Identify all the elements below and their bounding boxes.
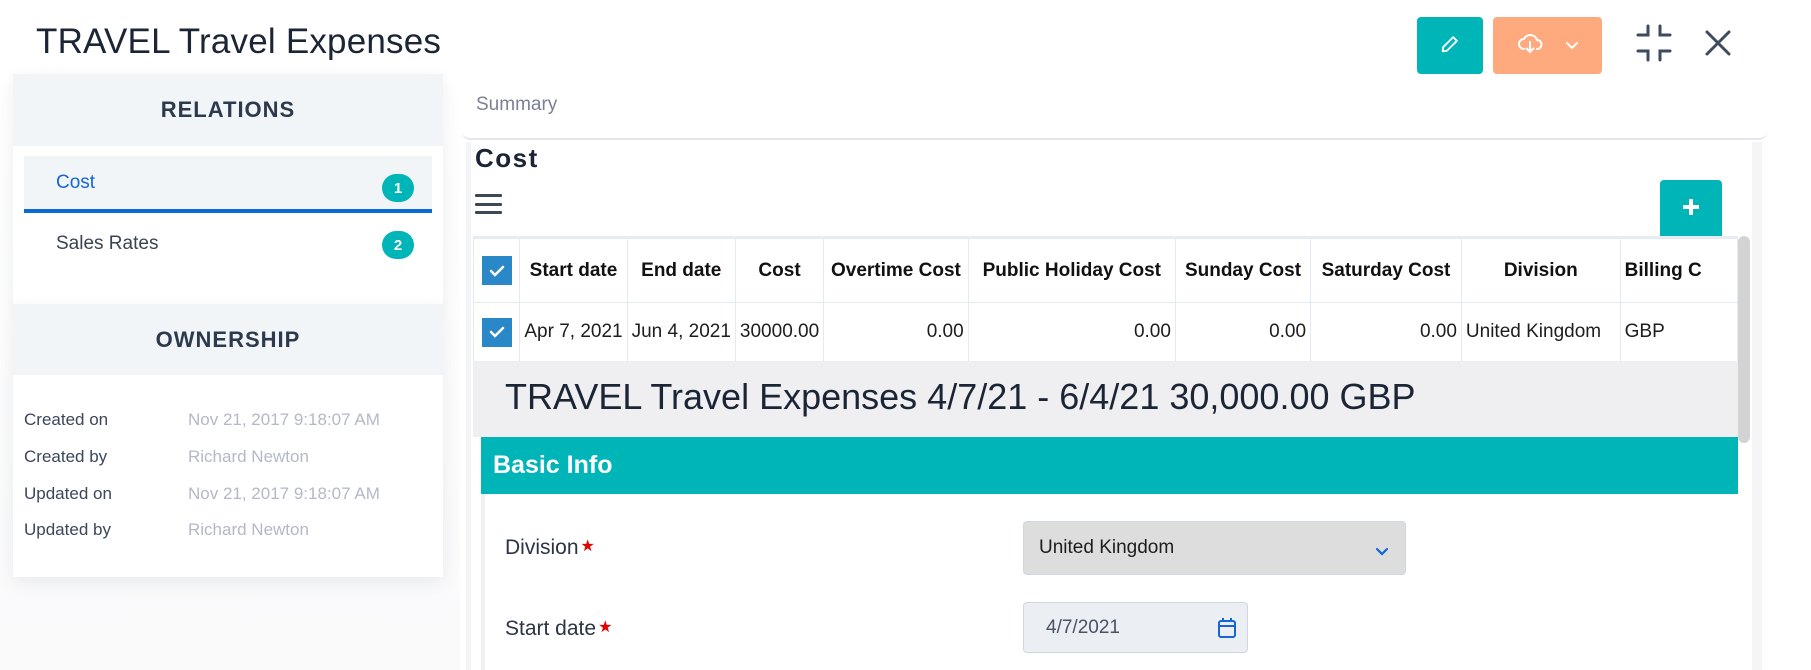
- ownership-row-updated-on: Updated on Nov 21, 2017 9:18:07 AM: [24, 479, 424, 509]
- column-header-public-holiday-cost[interactable]: Public Holiday Cost: [967, 238, 1176, 303]
- hamburger-menu-icon[interactable]: [475, 193, 502, 215]
- required-star-icon: ★: [580, 538, 595, 555]
- chevron-down-icon: [1375, 540, 1389, 562]
- ownership-value: Nov 21, 2017 9:18:07 AM: [188, 410, 380, 429]
- chevron-down-icon: [1565, 38, 1579, 53]
- division-select-value: United Kingdom: [1039, 537, 1175, 558]
- column-header-division[interactable]: Division: [1460, 238, 1621, 303]
- relation-item-cost[interactable]: Cost 1: [24, 156, 432, 213]
- ownership-heading: OWNERSHIP: [13, 304, 443, 375]
- table-header-row: Start date End date Cost Overtime Cost P…: [473, 238, 1738, 303]
- start-date-value: 4/7/2021: [1046, 616, 1120, 638]
- ownership-label: Updated on: [24, 484, 112, 503]
- cell-division: United Kingdom: [1460, 302, 1621, 362]
- ownership-label: Created on: [24, 410, 109, 429]
- column-header-sunday-cost[interactable]: Sunday Cost: [1174, 238, 1312, 303]
- cell-billing-currency: GBP: [1619, 302, 1738, 362]
- count-badge: 2: [382, 231, 414, 259]
- count-badge: 1: [382, 174, 414, 202]
- division-select[interactable]: United Kingdom: [1023, 521, 1406, 575]
- collapse-icon: [1635, 24, 1673, 65]
- cell-sunday-cost: 0.00: [1174, 302, 1312, 362]
- division-label-text: Division: [505, 536, 579, 559]
- cell-cost: 30000.00: [734, 302, 825, 362]
- start-date-input[interactable]: 4/7/2021: [1023, 602, 1248, 653]
- column-header-end-date[interactable]: End date: [626, 238, 736, 303]
- table-row[interactable]: Apr 7, 2021 Jun 4, 2021 30000.00 0.00 0.…: [473, 302, 1738, 362]
- close-icon: [1704, 29, 1732, 60]
- relation-item-label: Sales Rates: [56, 232, 159, 254]
- ownership-panel: OWNERSHIP Created on Nov 21, 2017 9:18:0…: [13, 304, 443, 577]
- relation-item-label: Cost: [56, 171, 96, 193]
- select-all-checkbox[interactable]: [481, 256, 512, 285]
- table-scrollbar[interactable]: [1738, 236, 1750, 443]
- basic-info-section-header[interactable]: Basic Info: [481, 437, 1738, 494]
- row-select-cell: [473, 302, 521, 362]
- cell-public-holiday-cost: 0.00: [967, 302, 1176, 362]
- cell-saturday-cost: 0.00: [1310, 302, 1462, 362]
- column-header-saturday-cost[interactable]: Saturday Cost: [1310, 238, 1462, 303]
- relations-panel: RELATIONS Cost 1 Sales Rates 2: [13, 74, 443, 304]
- ownership-row-created-by: Created by Richard Newton: [24, 442, 424, 472]
- cell-overtime-cost: 0.00: [823, 302, 969, 362]
- cloud-download-icon: [1517, 32, 1543, 59]
- plus-icon: [1682, 198, 1700, 219]
- ownership-value: Nov 21, 2017 9:18:07 AM: [188, 484, 380, 503]
- column-header-billing-currency[interactable]: Billing C: [1619, 238, 1738, 303]
- start-date-label: Start date ★: [505, 617, 612, 641]
- column-header-start-date[interactable]: Start date: [519, 238, 628, 303]
- select-all-cell: [473, 238, 521, 303]
- ownership-value: Richard Newton: [188, 520, 309, 539]
- add-button[interactable]: [1660, 180, 1722, 237]
- cell-start-date: Apr 7, 2021: [519, 302, 628, 362]
- record-title: TRAVEL Travel Expenses 4/7/21 - 6/4/21 3…: [505, 376, 1416, 417]
- relations-heading: RELATIONS: [13, 74, 443, 146]
- calendar-icon[interactable]: [1217, 617, 1237, 645]
- ownership-row-updated-by: Updated by Richard Newton: [24, 515, 424, 545]
- ownership-row-created-on: Created on Nov 21, 2017 9:18:07 AM: [24, 405, 424, 435]
- column-header-overtime-cost[interactable]: Overtime Cost: [823, 238, 969, 303]
- column-header-cost[interactable]: Cost: [734, 238, 825, 303]
- pencil-icon: [1439, 33, 1461, 58]
- start-date-label-text: Start date: [505, 617, 597, 640]
- relation-item-sales-rates[interactable]: Sales Rates 2: [24, 215, 432, 272]
- tab-bar: [462, 60, 1767, 140]
- ownership-value: Richard Newton: [188, 447, 309, 466]
- ownership-label: Created by: [24, 447, 108, 466]
- required-star-icon: ★: [598, 619, 613, 636]
- tab-summary[interactable]: Summary: [476, 94, 557, 116]
- row-checkbox[interactable]: [481, 317, 512, 347]
- page-title: TRAVEL Travel Expenses: [36, 22, 442, 61]
- division-label: Division ★: [505, 536, 595, 560]
- section-title: Cost: [475, 143, 539, 173]
- ownership-label: Updated by: [24, 520, 111, 539]
- cell-end-date: Jun 4, 2021: [626, 302, 736, 362]
